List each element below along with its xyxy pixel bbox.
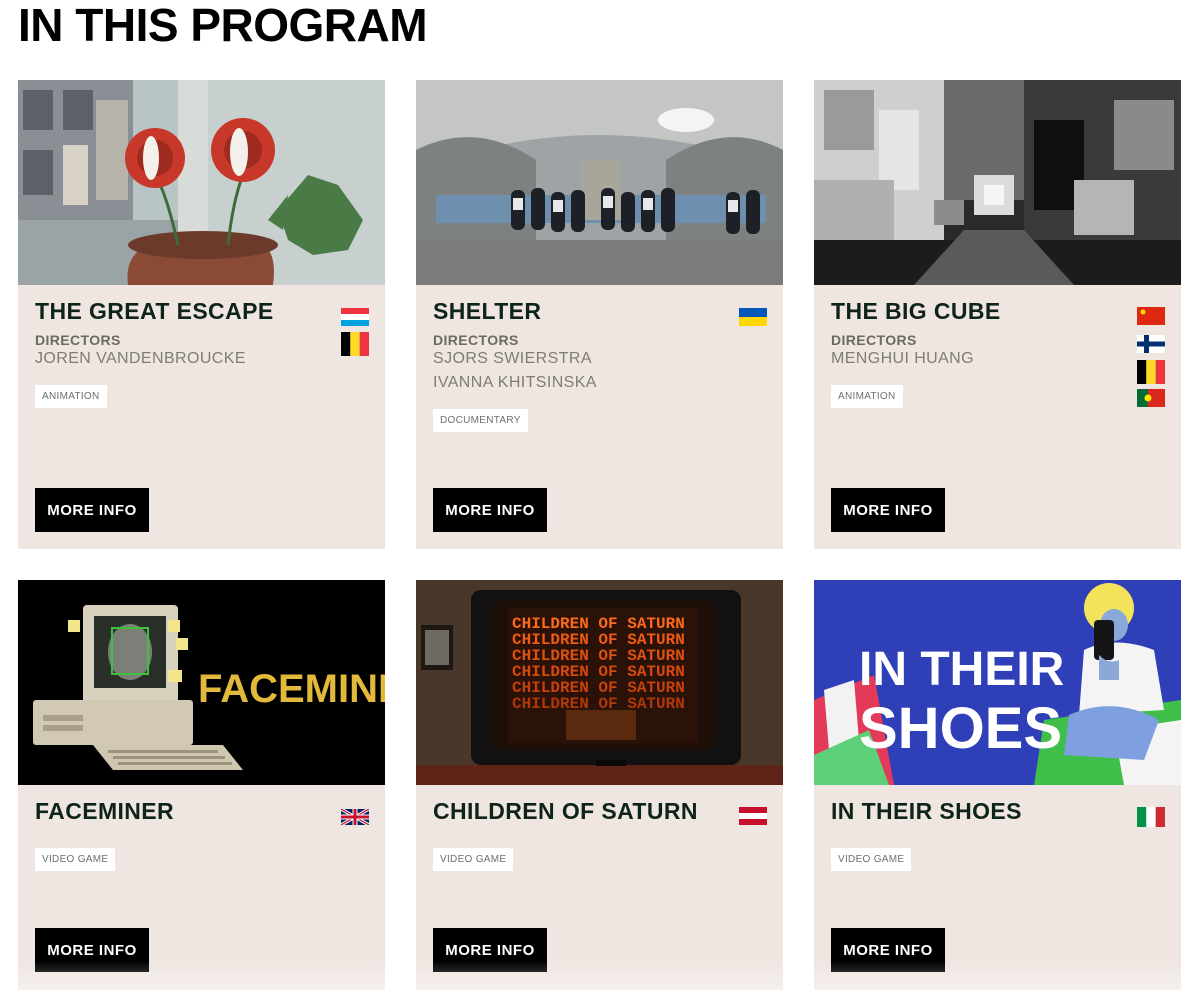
film-card-shelter: SHELTER DIRECTORS SJORS SWIERSTRA IVANNA… [416, 80, 783, 549]
genre-tag[interactable]: VIDEO GAME [433, 848, 514, 871]
film-card-the-big-cube: THE BIG CUBE DIRECTORS MENGHUI HUANG ANI… [814, 80, 1181, 549]
film-card-in-their-shoes: IN THEIR SHOES IN THEIR SHOES VIDEO GAME… [814, 580, 1181, 990]
card-title: SHELTER [433, 298, 542, 324]
flag-italy-icon [1137, 807, 1165, 827]
svg-text:IN THEIR: IN THEIR [859, 643, 1064, 696]
thumbnail-the-big-cube[interactable] [814, 80, 1181, 285]
director-name: JOREN VANDENBROUCKE [35, 350, 246, 367]
more-info-button[interactable]: MORE INFO [433, 928, 547, 972]
genre-tag[interactable]: VIDEO GAME [831, 848, 912, 871]
film-card-faceminer: FACEMINER FACEMINER VIDEO GAME MORE INFO [18, 580, 385, 990]
faceminer-logo-text: FACEMINER [198, 667, 385, 711]
flag-belgium-icon [1137, 360, 1165, 384]
thumbnail-shelter[interactable] [416, 80, 783, 285]
more-info-button[interactable]: MORE INFO [433, 488, 547, 532]
card-title: IN THEIR SHOES [831, 798, 1022, 824]
genre-tag[interactable]: ANIMATION [35, 385, 107, 408]
film-card-children-of-saturn: CHILDREN OF SATURN CHILDREN OF SATURN CH… [416, 580, 783, 990]
card-title: THE GREAT ESCAPE [35, 298, 274, 324]
more-info-button[interactable]: MORE INFO [35, 928, 149, 972]
page-title: IN THIS PROGRAM [18, 0, 428, 51]
directors-label: DIRECTORS [433, 332, 519, 348]
film-card-the-great-escape: THE GREAT ESCAPE DIRECTORS JOREN VANDENB… [18, 80, 385, 549]
card-title: CHILDREN OF SATURN [433, 798, 698, 824]
flag-ukraine-icon [739, 308, 767, 326]
thumbnail-the-great-escape[interactable] [18, 80, 385, 285]
more-info-button[interactable]: MORE INFO [831, 928, 945, 972]
card-title: FACEMINER [35, 798, 175, 824]
genre-tag[interactable]: VIDEO GAME [35, 848, 116, 871]
director-name: IVANNA KHITSINSKA [433, 374, 597, 391]
flag-luxembourg-icon [341, 308, 369, 326]
flag-austria-icon [739, 807, 767, 825]
thumbnail-faceminer[interactable]: FACEMINER [18, 580, 385, 785]
flag-finland-icon [1137, 335, 1165, 353]
flag-china-icon [1137, 307, 1165, 325]
thumbnail-in-their-shoes[interactable]: IN THEIR SHOES [814, 580, 1181, 785]
flag-portugal-icon [1137, 389, 1165, 407]
director-name: SJORS SWIERSTRA [433, 350, 592, 367]
more-info-button[interactable]: MORE INFO [831, 488, 945, 532]
genre-tag[interactable]: DOCUMENTARY [433, 409, 528, 432]
in-their-shoes-logo-text: IN THEIR SHOES [859, 643, 1064, 761]
director-name: MENGHUI HUANG [831, 350, 974, 367]
flag-belgium-icon [341, 332, 369, 356]
directors-label: DIRECTORS [831, 332, 917, 348]
directors-label: DIRECTORS [35, 332, 121, 348]
thumbnail-children-of-saturn[interactable]: CHILDREN OF SATURN CHILDREN OF SATURN CH… [416, 580, 783, 785]
genre-tag[interactable]: ANIMATION [831, 385, 903, 408]
flag-united-kingdom-icon [341, 809, 369, 825]
more-info-button[interactable]: MORE INFO [35, 488, 149, 532]
card-title: THE BIG CUBE [831, 298, 1001, 324]
svg-text:SHOES: SHOES [859, 696, 1062, 761]
